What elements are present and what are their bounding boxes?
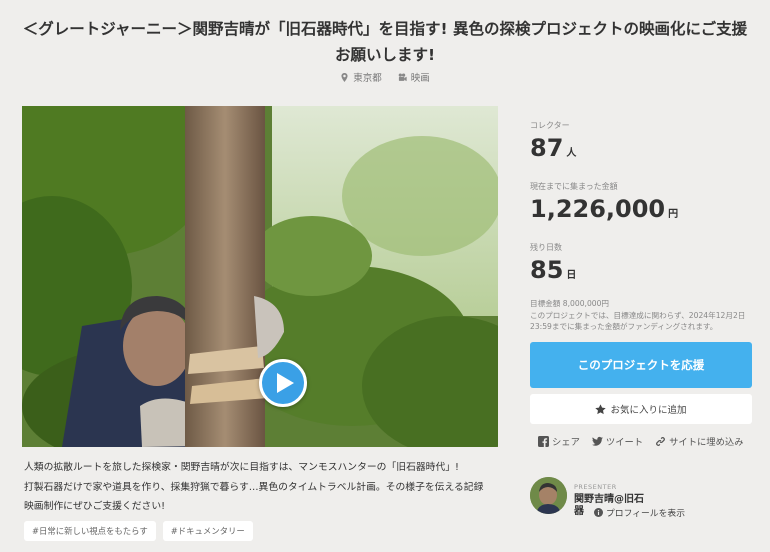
amount-unit: 円 <box>668 209 679 220</box>
tag-item[interactable]: #日常に新しい視点をもたらす <box>24 521 156 541</box>
map-pin-icon <box>341 72 348 82</box>
project-description: 人類の拡散ルートを旅した探検家・関野吉晴が次に目指すは、マンモスハンターの「旧石… <box>24 458 498 517</box>
category-text: 映画 <box>410 73 430 84</box>
embed-link[interactable]: サイトに埋め込み <box>655 434 744 448</box>
link-icon <box>656 436 666 446</box>
description-line: 人類の拡散ルートを旅した探検家・関野吉晴が次に目指すは、マンモスハンターの「旧石… <box>24 462 459 473</box>
embed-label: サイトに埋め込み <box>669 437 744 448</box>
project-meta: 東京都 映画 <box>0 70 770 84</box>
add-favorite-button[interactable]: お気に入りに追加 <box>530 394 752 424</box>
category-meta[interactable]: 映画 <box>398 70 430 84</box>
project-video[interactable] <box>22 106 498 447</box>
share-bar: シェア ツイート サイトに埋め込み <box>538 434 754 448</box>
share-facebook-label: シェア <box>552 437 580 448</box>
view-profile-label: プロフィールを表示 <box>606 509 685 519</box>
share-facebook-link[interactable]: シェア <box>538 434 580 448</box>
days-label: 残り日数 <box>530 243 562 252</box>
tag-item[interactable]: #ドキュメンタリー <box>162 521 253 541</box>
project-stats: コレクター 87 人 現在までに集まった金額 1,226,000 円 残り日数 85… <box>530 120 752 333</box>
goal-amount: 目標金額 8,000,000円 <box>530 299 610 308</box>
project-title: ＜グレートジャーニー＞関野吉晴が「旧石器時代」を目指す! 異色の探検プロジェクト… <box>22 20 748 64</box>
description-line: 打製石器だけで家や道具を作り、採集狩猟で暮らす…異色のタイムトラベル計画。その様… <box>24 481 484 493</box>
amount-label: 現在までに集まった金額 <box>530 182 618 191</box>
star-icon <box>595 403 607 414</box>
collectors-unit: 人 <box>566 148 577 159</box>
location-meta[interactable]: 東京都 <box>340 70 382 84</box>
facebook-icon <box>538 435 549 447</box>
days-value: 85 <box>530 256 564 284</box>
avatar-image <box>530 477 567 514</box>
collectors-value: 87 <box>530 134 564 162</box>
twitter-icon <box>591 436 603 446</box>
add-favorite-label: お気に入りに追加 <box>610 405 687 416</box>
days-remaining: 85 日 <box>530 256 752 290</box>
collectors-count: 87 人 <box>530 134 752 168</box>
funding-note: このプロジェクトでは、目標達成に関わらず、2024年12月2日23:59までに集… <box>530 310 746 332</box>
play-icon <box>277 373 294 393</box>
tag-list: #日常に新しい視点をもたらす #ドキュメンタリー <box>24 521 253 541</box>
presenter-label: PRESENTER <box>574 483 617 491</box>
back-project-button[interactable]: このプロジェクトを応援 <box>530 342 752 388</box>
film-camera-icon <box>398 73 407 81</box>
presenter-avatar[interactable] <box>530 477 567 514</box>
video-thumbnail <box>22 106 498 447</box>
share-twitter-label: ツイート <box>605 437 644 448</box>
info-icon <box>594 508 603 517</box>
share-twitter-link[interactable]: ツイート <box>591 434 644 448</box>
description-line: 映画制作にぜひご支援ください! <box>24 501 166 512</box>
collectors-label: コレクター <box>530 121 570 130</box>
view-profile-link[interactable]: プロフィールを表示 <box>594 506 685 519</box>
days-unit: 日 <box>566 270 577 281</box>
play-button[interactable] <box>259 359 307 407</box>
amount-raised: 1,226,000 円 <box>530 195 752 229</box>
location-text: 東京都 <box>353 73 382 84</box>
amount-value: 1,226,000 <box>530 195 666 223</box>
